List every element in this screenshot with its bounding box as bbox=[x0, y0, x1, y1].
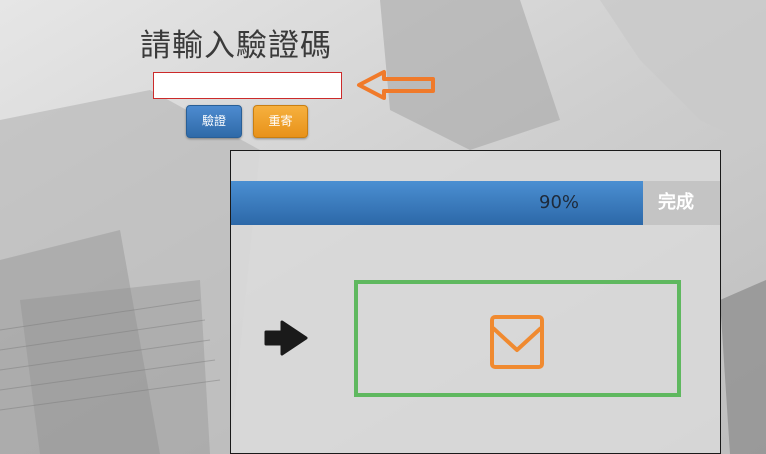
verification-code-input[interactable] bbox=[153, 72, 342, 99]
mail-highlight-box bbox=[354, 280, 681, 397]
page-title: 請輸入驗證碼 bbox=[140, 28, 332, 64]
left-arrow-outline-icon bbox=[357, 70, 435, 100]
progress-percent: 90% bbox=[539, 192, 580, 213]
progress-bar: 90% 完成 bbox=[231, 181, 720, 225]
progress-bar-fill bbox=[231, 181, 643, 225]
resend-button[interactable]: 重寄 bbox=[253, 105, 308, 138]
progress-done-label: 完成 bbox=[658, 192, 694, 213]
envelope-icon[interactable] bbox=[489, 314, 545, 370]
status-panel: 90% 完成 bbox=[230, 150, 721, 454]
right-arrow-icon bbox=[264, 320, 308, 356]
verify-button[interactable]: 驗證 bbox=[186, 105, 242, 138]
